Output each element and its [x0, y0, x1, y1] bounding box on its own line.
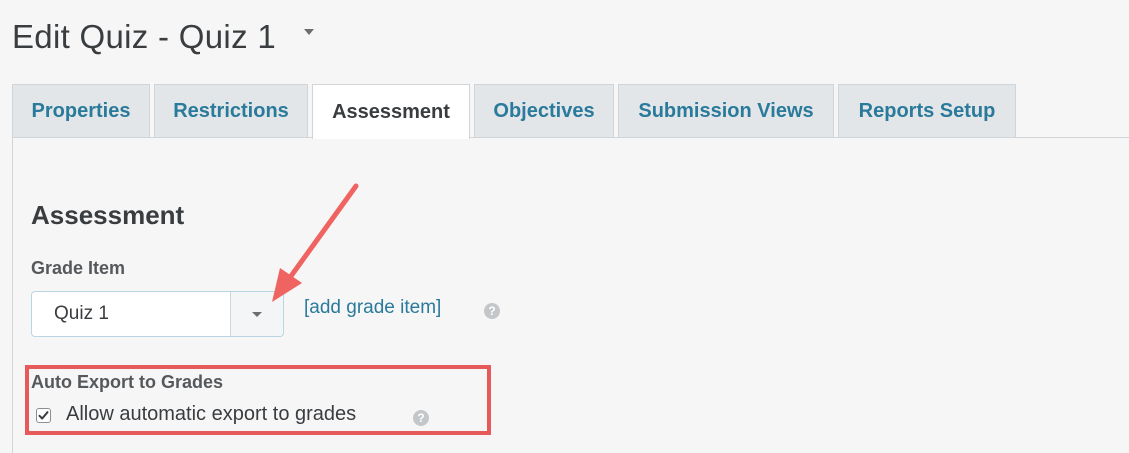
annotation-arrow — [272, 183, 359, 302]
page: Edit Quiz - Quiz 1 Properties Restrictio… — [0, 0, 1129, 453]
tab-assessment[interactable]: Assessment — [312, 84, 470, 139]
